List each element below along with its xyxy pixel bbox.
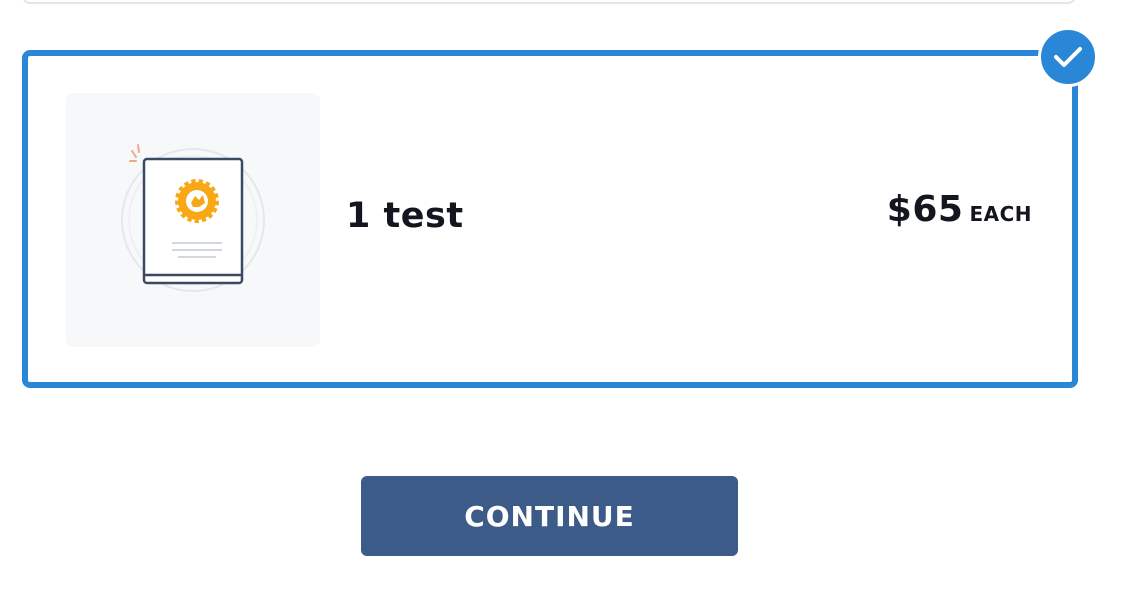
- option-label: 1 test: [346, 196, 464, 236]
- certificate-booklet-icon: [121, 144, 265, 292]
- option-price: $65 EACH: [887, 189, 1032, 230]
- price-amount: $65: [886, 189, 964, 230]
- selected-check-icon: [1038, 27, 1098, 87]
- purchase-options-page: 1 test $65 EACH CONTINUE: [0, 0, 1132, 596]
- continue-button[interactable]: CONTINUE: [361, 476, 738, 556]
- option-card-1-test[interactable]: 1 test $65 EACH: [22, 50, 1078, 388]
- previous-option-card[interactable]: [22, 0, 1076, 4]
- price-unit: EACH: [969, 202, 1032, 226]
- option-thumbnail: [66, 93, 320, 347]
